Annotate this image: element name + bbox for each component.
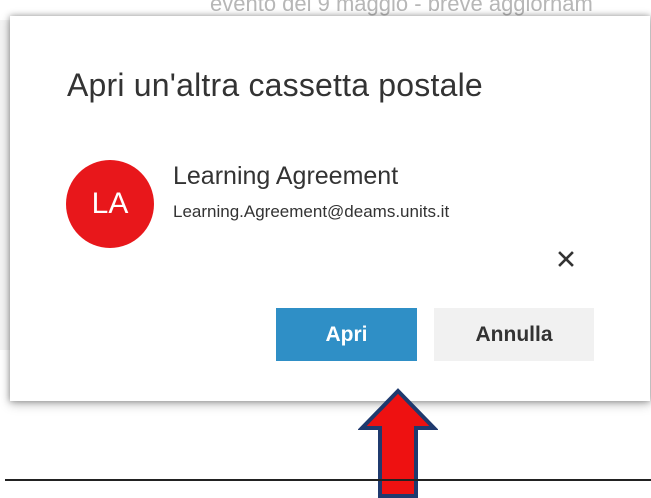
separator-line [5,479,651,481]
background-mail-snippet: evento del 9 maggio - breve aggiornam [210,0,593,16]
mailbox-email: Learning.Agreement@deams.units.it [173,202,450,221]
mailbox-name: Learning Agreement [173,162,399,190]
dialog-title: Apri un'altra cassetta postale [67,67,483,103]
up-arrow-icon [357,388,439,498]
close-icon-glyph [558,251,574,267]
open-button[interactable]: Apri [276,308,417,361]
cancel-button[interactable]: Annulla [434,308,594,361]
avatar-initials: LA [91,187,129,220]
avatar: LA [66,160,154,248]
open-mailbox-dialog: Apri un'altra cassetta postale LA Learni… [10,16,650,401]
close-icon[interactable] [555,248,577,270]
